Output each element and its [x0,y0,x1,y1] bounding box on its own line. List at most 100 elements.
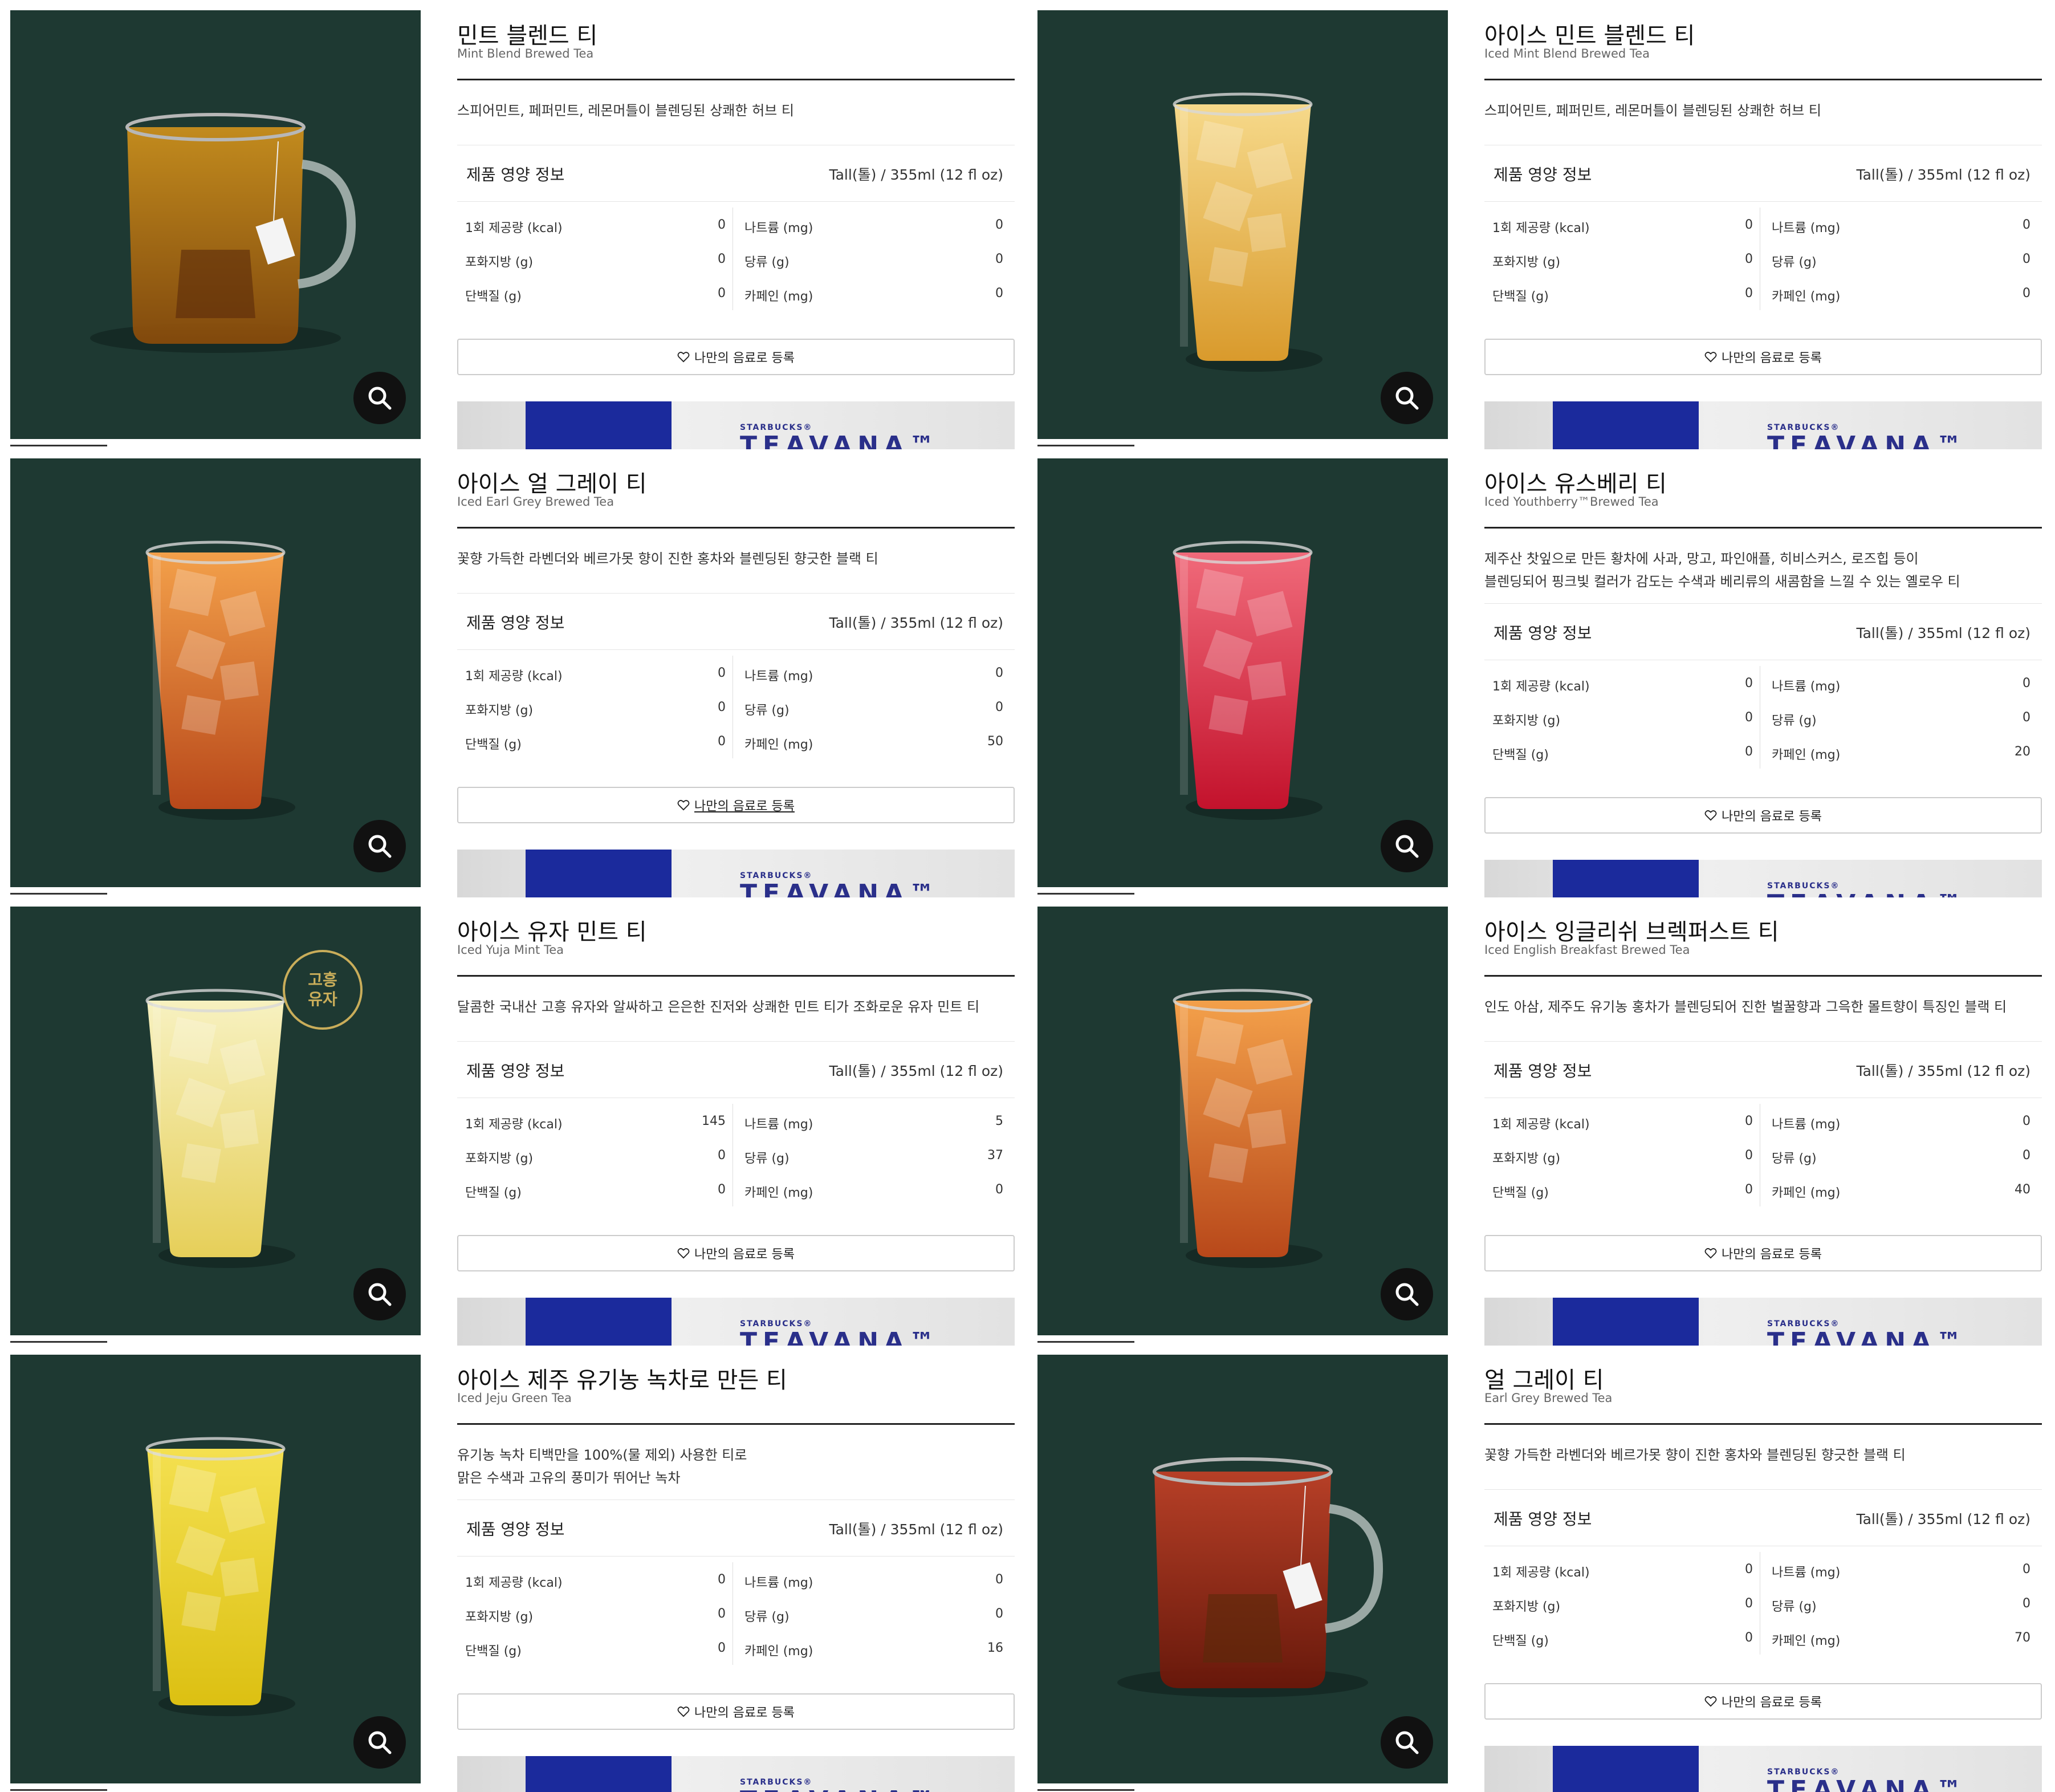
nutrient-value: 0 [995,666,1003,680]
nutrient-value: 0 [718,1641,726,1655]
zoom-button[interactable] [353,1268,406,1320]
banner-blue-block [1553,401,1699,449]
zoom-button[interactable] [353,1716,406,1769]
nutrient-label: 포화지방 (g) [465,255,534,270]
nutrition-title: 제품 영양 정보 [466,165,565,184]
product-description: 꽃향 가득한 라벤더와 베르가못 향이 진한 홍차와 블렌딩된 향긋한 블랙 티 [457,551,878,567]
product-name-english: Iced Earl Grey Brewed Tea [457,495,615,509]
nutrition-row-protein: 단백질 (g) 0 [465,1631,733,1665]
nutrient-value: 0 [2023,676,2030,690]
nutrition-row-kcal: 1회 제공량 (kcal) 0 [1492,1552,1760,1586]
nutrient-label: 포화지방 (g) [465,704,534,718]
nutrition-row-sat-fat: 포화지방 (g) 0 [465,1138,733,1172]
nutrition-row-caffeine: 카페인 (mg) 16 [744,1631,1010,1665]
add-favorite-button[interactable]: 나만의 음료로 등록 [457,1235,1015,1271]
product-card: 민트 블렌드 티 Mint Blend Brewed Tea 스피어민트, 페퍼민트… [10,10,1028,449]
photo-divider [10,1789,107,1791]
nutrient-label: 카페인 (mg) [1772,290,1841,304]
product-photo-area [10,1355,421,1792]
zoom-button[interactable] [353,820,406,872]
teavana-logo: TEAVANA™ [1767,1775,1968,1792]
nutrition-column-left: 1회 제공량 (kcal) 0 포화지방 (g) 0 단백질 (g) 0 [465,656,733,758]
nutrient-label: 포화지방 (g) [1492,1152,1561,1166]
product-photo-area: 고흥 유자 [10,907,421,1346]
drink-photo [1117,1457,1383,1697]
add-favorite-button[interactable]: 나만의 음료로 등록 [457,787,1015,823]
banner-blue-block [526,1298,672,1346]
nutrition-table: 1회 제공량 (kcal) 0 포화지방 (g) 0 단백질 (g) 0 나트륨 (mg) 0… [1484,208,2042,310]
nutrition-title: 제품 영양 정보 [1494,1510,1592,1529]
nutrient-label: 단백질 (g) [465,1644,522,1659]
product-name-english: Earl Grey Brewed Tea [1484,1391,1613,1405]
product-card: 얼 그레이 티 Earl Grey Brewed Tea 꽃향 가득한 라벤더와 베… [1037,1355,2055,1792]
nutrition-row-kcal: 1회 제공량 (kcal) 0 [465,208,733,242]
nutrient-label: 단백질 (g) [1492,1186,1549,1200]
nutrition-row-sodium: 나트륨 (mg) 0 [744,1562,1010,1596]
magnifier-icon [1395,835,1419,858]
nutrient-value: 0 [718,286,726,300]
product-description: 유기농 녹차 티백만을 100%(물 제외) 사용한 티로 맑은 수색과 고유의… [457,1447,747,1486]
product-name-english: Iced Mint Blend Brewed Tea [1484,47,1650,60]
product-name-english: Iced Yuja Mint Tea [457,943,564,957]
add-favorite-button[interactable]: 나만의 음료로 등록 [1484,797,2042,834]
nutrient-value: 40 [2015,1183,2030,1197]
product-info: 아이스 유스베리 티 Iced Youthberry™Brewed Tea 제주산 … [1484,458,2042,903]
drink-photo [145,989,295,1268]
product-name: 아이스 유스베리 티 [1484,471,1667,497]
nutrition-header: 제품 영양 정보 Tall(톨) / 355ml (12 fl oz) [457,593,1015,650]
zoom-button[interactable] [1381,820,1433,872]
product-description: 제주산 찻잎으로 만든 황차에 사과, 망고, 파인애플, 히비스커스, 로즈힙… [1484,551,1960,590]
nutrition-row-caffeine: 카페인 (mg) 70 [1772,1620,2037,1655]
zoom-button[interactable] [353,372,406,424]
nutrition-row-sugar: 당류 (g) 0 [1772,1138,2037,1172]
nutrition-row-caffeine: 카페인 (mg) 0 [744,1172,1010,1206]
product-photo-area [1037,458,1448,897]
add-favorite-button[interactable]: 나만의 음료로 등록 [457,339,1015,375]
nutrition-column-right: 나트륨 (mg) 0 당류 (g) 0 카페인 (mg) 0 [1772,208,2037,310]
nutrition-row-sat-fat: 포화지방 (g) 0 [465,242,733,276]
add-favorite-button[interactable]: 나만의 음료로 등록 [1484,1235,2042,1271]
nutrient-value: 0 [718,1183,726,1197]
nutrient-value: 0 [718,1148,726,1163]
nutrient-label: 카페인 (mg) [1772,1186,1841,1200]
nutrient-value: 0 [1745,1562,1753,1576]
nutrient-value: 0 [1745,286,1753,300]
product-info: 민트 블렌드 티 Mint Blend Brewed Tea 스피어민트, 페퍼민트… [457,10,1015,455]
teavana-banner: STARBUCKS®TEAVANA™ [1484,1746,2042,1792]
nutrient-label: 단백질 (g) [1492,748,1549,762]
nutrition-table: 1회 제공량 (kcal) 0 포화지방 (g) 0 단백질 (g) 0 나트륨 (mg) 0… [457,1562,1015,1665]
nutrient-label: 나트륨 (mg) [744,669,813,684]
add-favorite-button[interactable]: 나만의 음료로 등록 [1484,1683,2042,1720]
teavana-banner: STARBUCKS®TEAVANA™ [1484,401,2042,449]
product-name-english: Iced English Breakfast Brewed Tea [1484,943,1690,957]
serving-size: Tall(톨) / 355ml (12 fl oz) [1856,166,2030,183]
nutrition-title: 제품 영양 정보 [466,613,565,632]
nutrition-column-right: 나트륨 (mg) 0 당류 (g) 0 카페인 (mg) 0 [744,208,1010,310]
zoom-button[interactable] [1381,372,1433,424]
product-photo [10,1355,421,1783]
nutrition-row-kcal: 1회 제공량 (kcal) 145 [465,1104,733,1138]
nutrient-value: 0 [1745,252,1753,266]
zoom-button[interactable] [1381,1716,1433,1769]
nutrient-value: 20 [2015,745,2030,759]
nutrition-row-sodium: 나트륨 (mg) 0 [1772,1552,2037,1586]
nutrient-value: 0 [1745,676,1753,690]
nutrient-value: 0 [995,252,1003,266]
nutrient-value: 5 [995,1114,1003,1128]
nutrition-row-protein: 단백질 (g) 0 [465,724,733,758]
teavana-logo: TEAVANA™ [740,879,941,898]
product-photo [10,458,421,887]
nutrition-row-protein: 단백질 (g) 0 [1492,734,1760,769]
drink-photo [90,113,356,353]
nutrient-label: 나트륨 (mg) [744,1576,813,1590]
nutrient-value: 0 [2023,710,2030,725]
nutrient-label: 단백질 (g) [1492,1634,1549,1648]
add-favorite-button[interactable]: 나만의 음료로 등록 [1484,339,2042,375]
product-description: 스피어민트, 페퍼민트, 레몬머틀이 블렌딩된 상쾌한 허브 티 [457,103,794,119]
drink-photo [1173,92,1322,372]
nutrition-column-right: 나트륨 (mg) 5 당류 (g) 37 카페인 (mg) 0 [744,1104,1010,1206]
product-photo: 고흥 유자 [10,907,421,1335]
add-favorite-button[interactable]: 나만의 음료로 등록 [457,1693,1015,1730]
zoom-button[interactable] [1381,1268,1433,1320]
banner-blue-block [1553,860,1699,897]
